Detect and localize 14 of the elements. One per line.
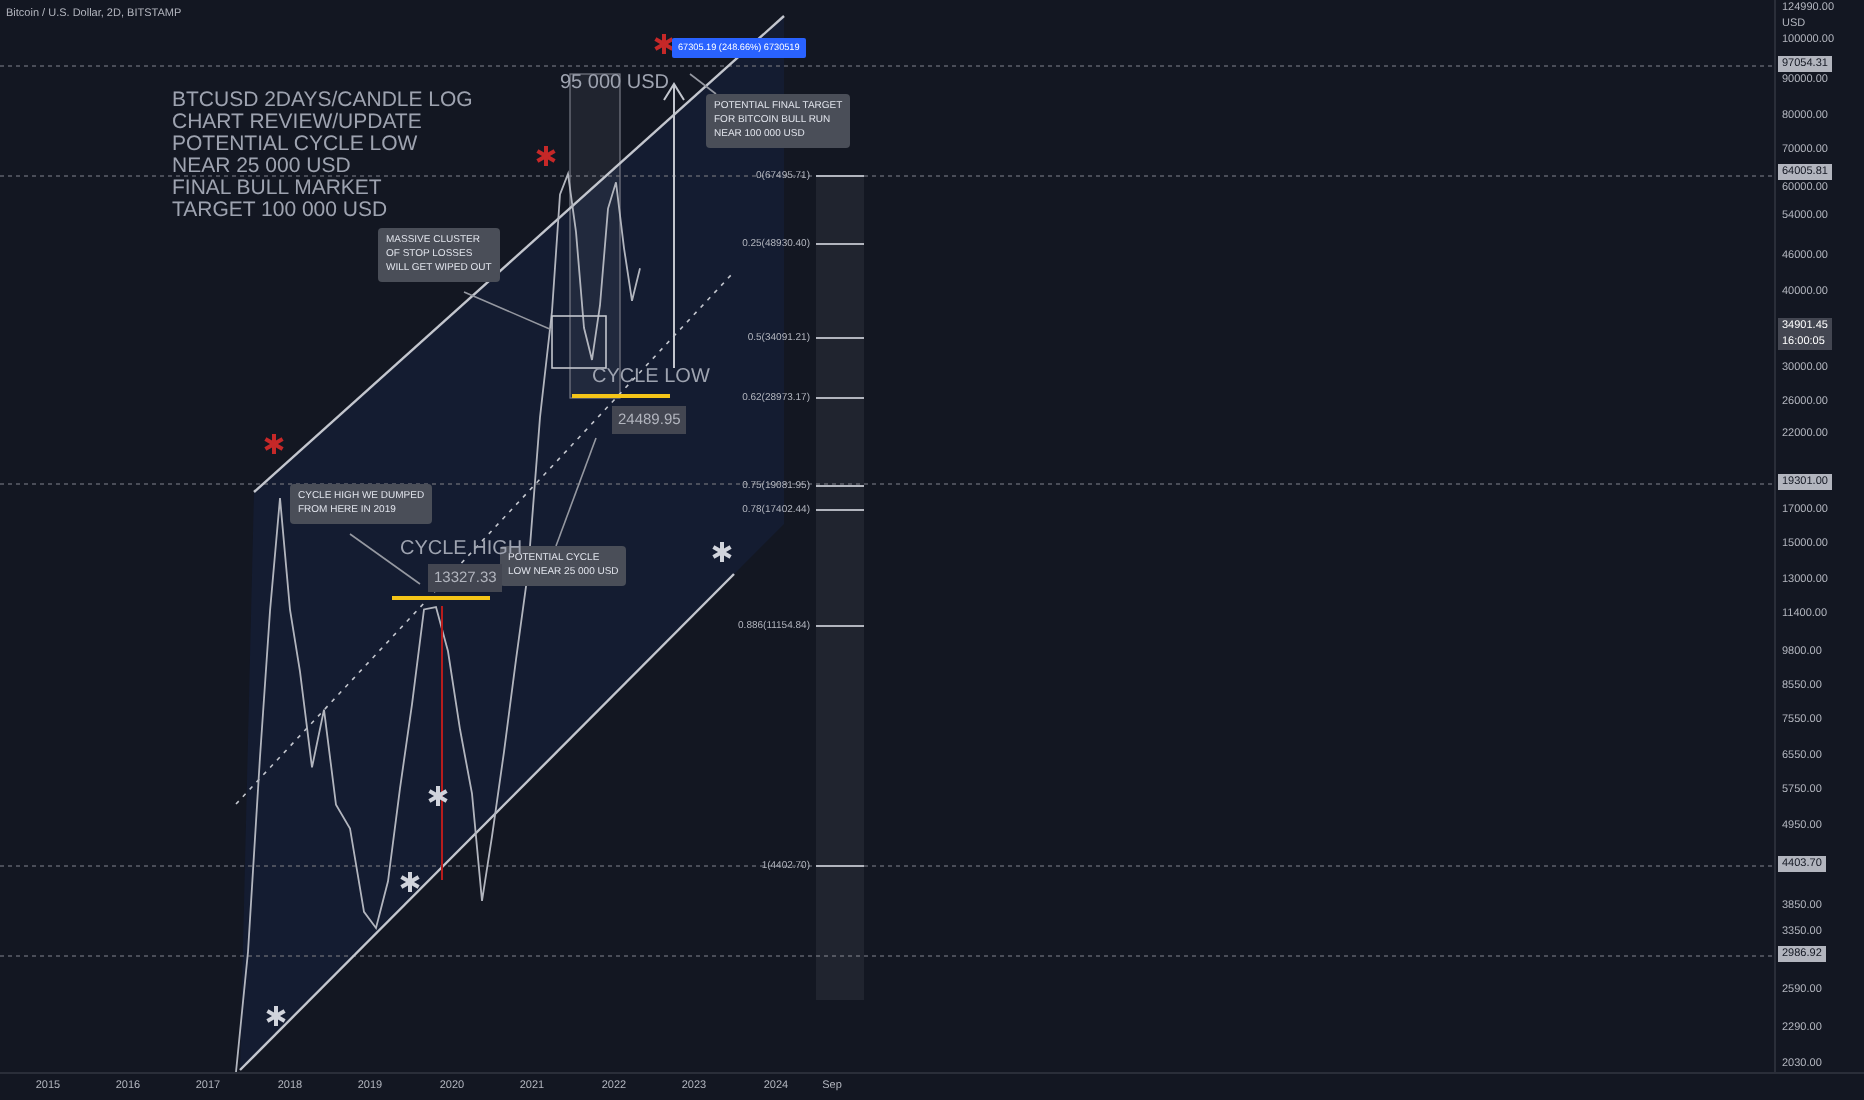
fib-level-line [815, 509, 865, 511]
cluster-box [551, 315, 607, 369]
fib-level-line [815, 625, 865, 627]
target-label: 95 000 USD [560, 72, 669, 94]
fib-level-line [815, 243, 865, 245]
fib-level-line [815, 397, 865, 399]
cycle-label: CYCLE LOW [592, 366, 710, 388]
cycle-level-line [572, 394, 670, 398]
fib-level-line [815, 485, 865, 487]
cycle-level-line [392, 596, 490, 600]
chart-note: BTCUSD 2DAYS/CANDLE LOG CHART REVIEW/UPDATE POTENTIAL CYCLE LOW NEAR 25 000 USD FINAL BULL MARKET TARGET 100 000 USD [172, 90, 473, 222]
fib-level-line [815, 865, 865, 867]
fib-level-line [815, 175, 865, 177]
fib-level-line [815, 337, 865, 339]
